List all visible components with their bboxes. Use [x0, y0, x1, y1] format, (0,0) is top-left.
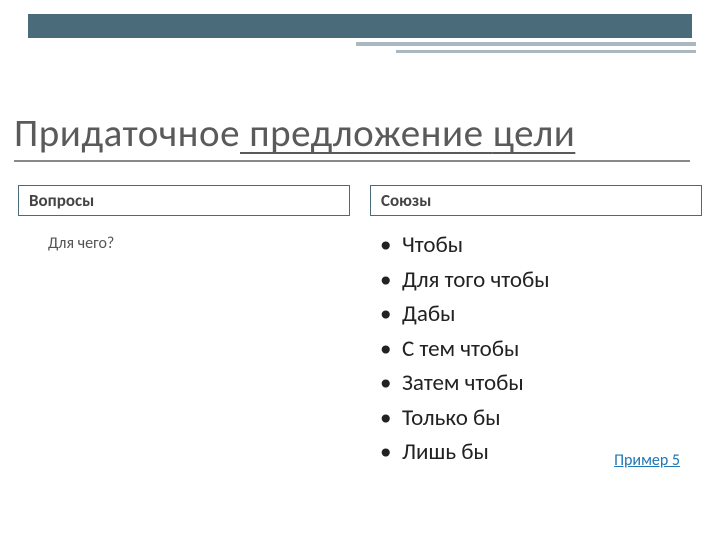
list-item: Чтобы	[380, 228, 702, 263]
title-rule	[14, 160, 690, 162]
accent-line	[356, 42, 696, 46]
column-conjunctions: Союзы Чтобы Для того чтобы Дабы С тем чт…	[370, 185, 702, 470]
slide: Придаточное предложение цели Вопросы Для…	[0, 0, 720, 540]
list-item: С тем чтобы	[380, 332, 702, 367]
list-item: Затем чтобы	[380, 366, 702, 401]
title-text: цели	[493, 110, 576, 157]
accent-bar	[28, 14, 692, 38]
accent-line	[396, 50, 696, 53]
example-link[interactable]: Пример 5	[614, 451, 680, 470]
question-text: Для чего?	[18, 228, 350, 253]
bullet-list: Чтобы Для того чтобы Дабы С тем чтобы За…	[370, 228, 702, 470]
list-item: Для того чтобы	[380, 263, 702, 298]
column-body: Для чего?	[18, 216, 350, 253]
list-item: Только бы	[380, 401, 702, 436]
columns: Вопросы Для чего? Союзы Чтобы Для того ч…	[18, 185, 702, 470]
column-body: Чтобы Для того чтобы Дабы С тем чтобы За…	[370, 216, 702, 470]
column-questions: Вопросы Для чего?	[18, 185, 350, 470]
top-accent	[28, 14, 692, 54]
column-header-conjunctions: Союзы	[370, 185, 702, 216]
slide-title: Придаточное предложение цели	[14, 110, 575, 157]
title-text: предложение	[240, 110, 493, 157]
column-header-questions: Вопросы	[18, 185, 350, 216]
list-item: Дабы	[380, 297, 702, 332]
title-text: Придаточное	[14, 110, 240, 157]
